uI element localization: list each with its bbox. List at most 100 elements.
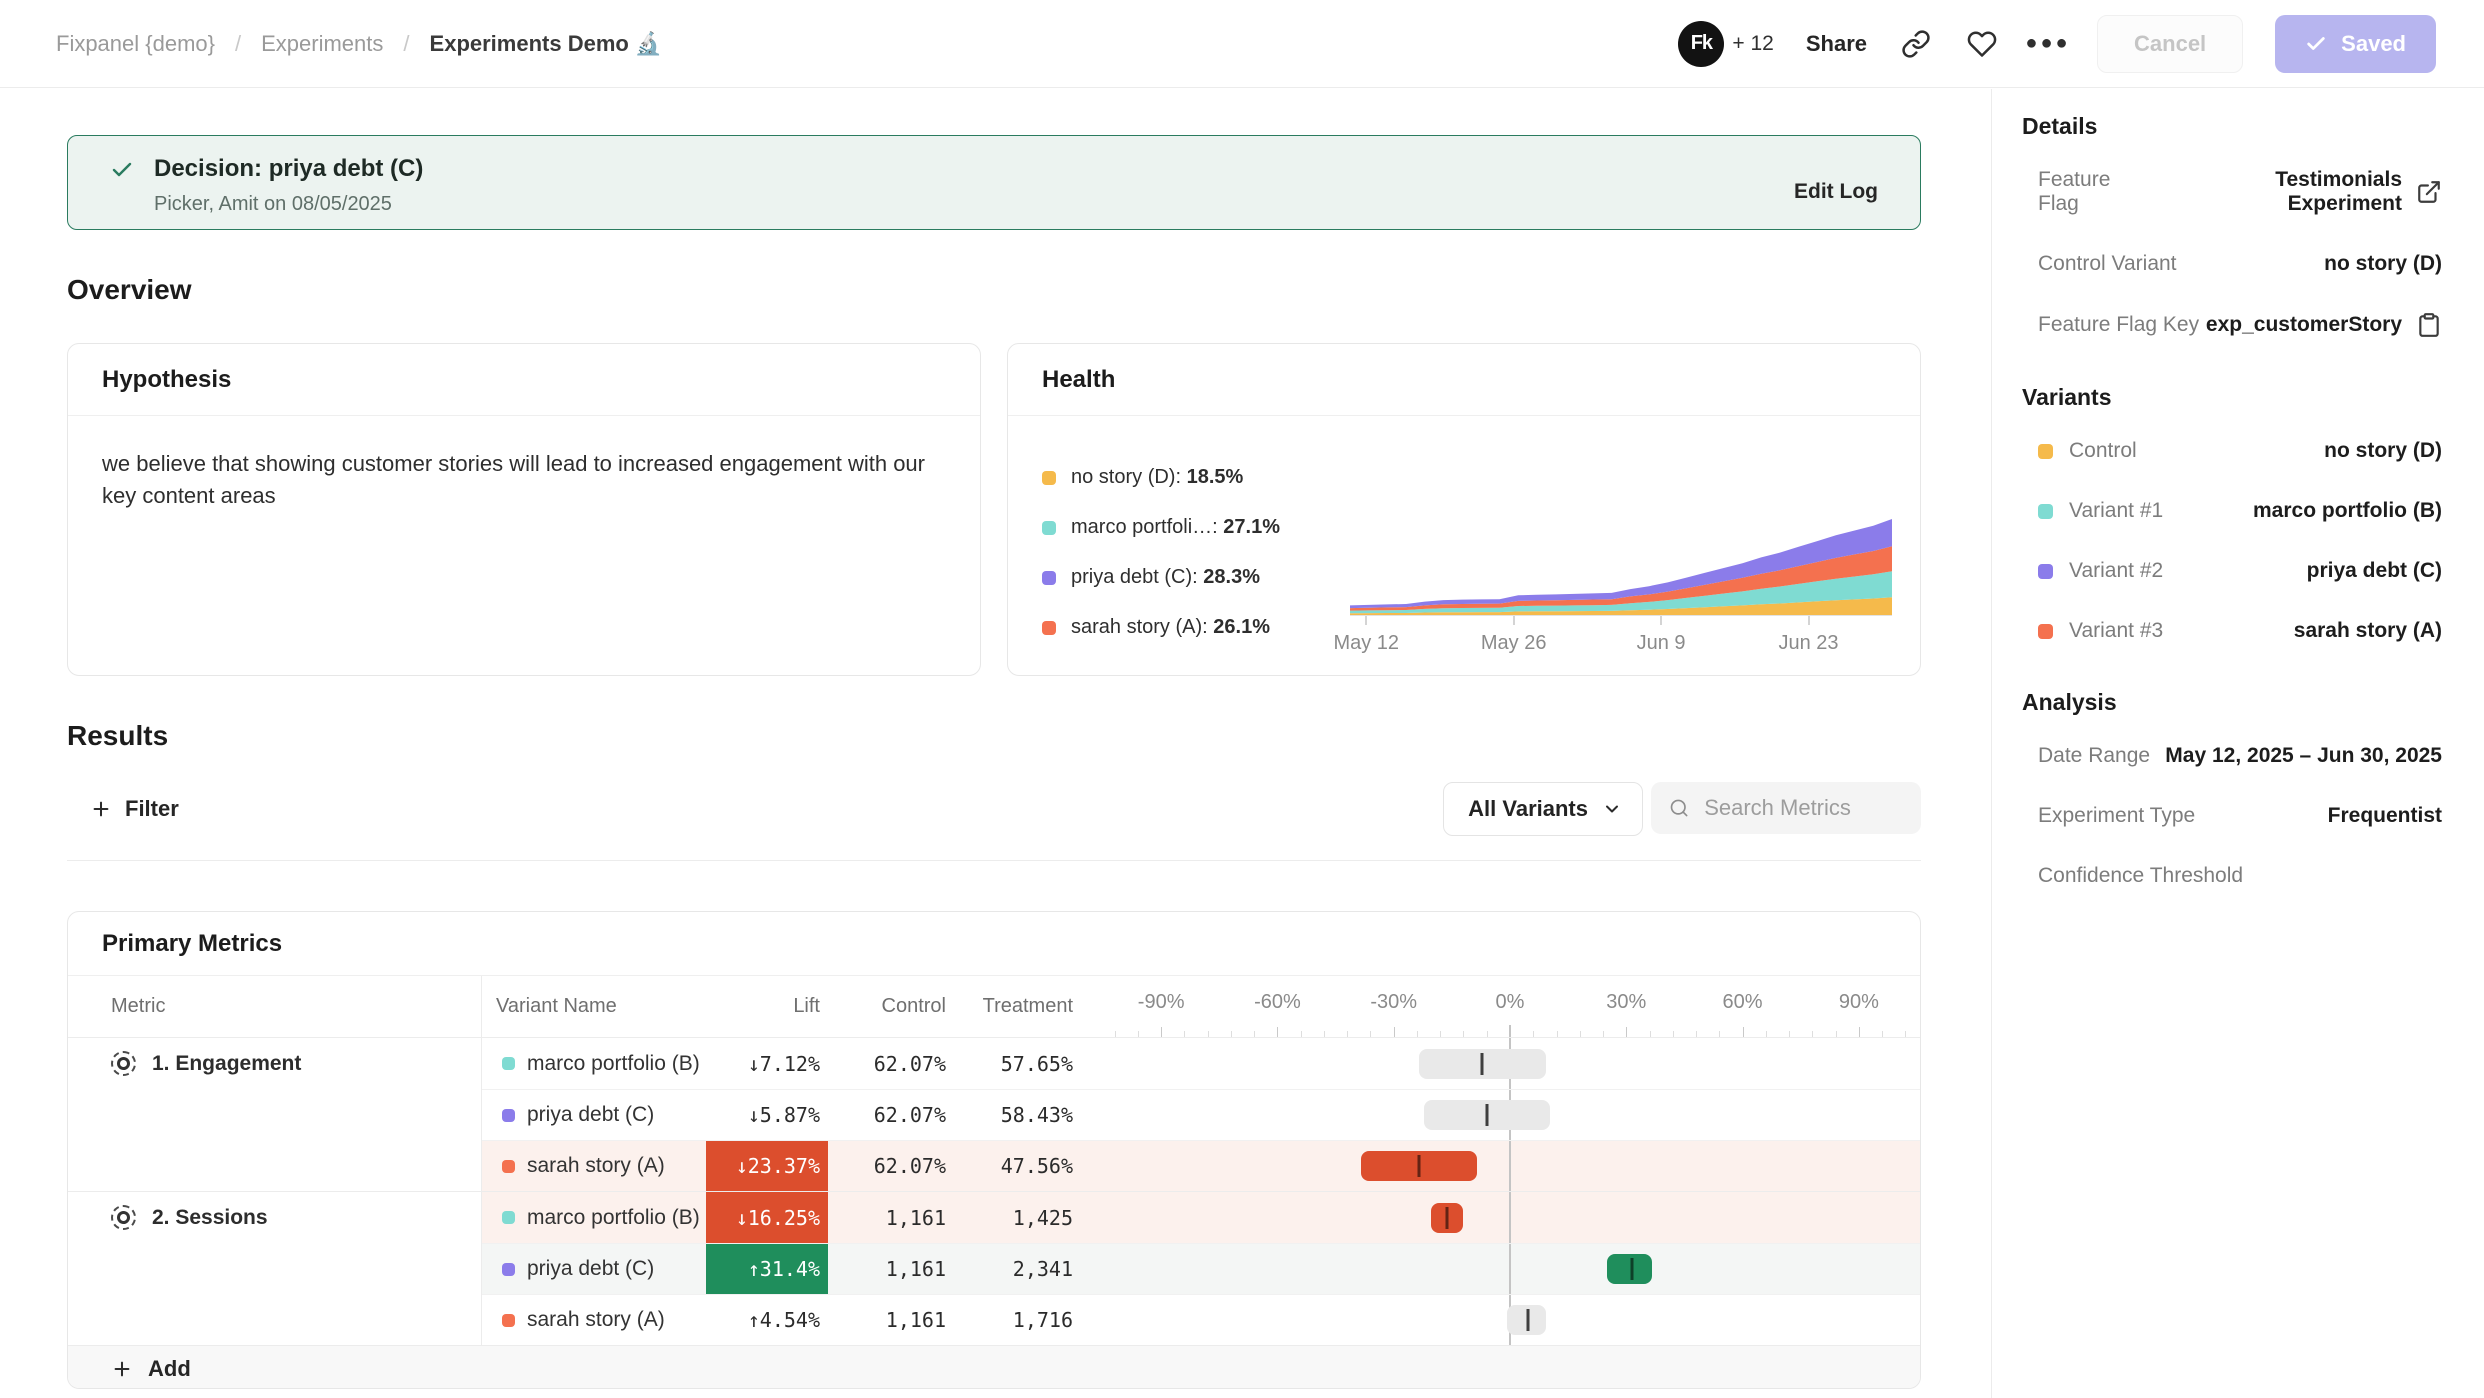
variants-section: Variants Controlno story (D)Variant #1ma… <box>2022 384 2442 643</box>
metric-variant-row[interactable]: marco portfolio (B)↓16.25%1,1611,425 <box>482 1192 1920 1243</box>
more-options-icon[interactable]: ●●● <box>2031 27 2065 61</box>
ruler-tick <box>1208 1031 1209 1037</box>
collaborators[interactable]: Fk + 12 <box>1678 21 1773 67</box>
detail-value: no story (D) <box>2324 252 2442 276</box>
metric-cell[interactable]: 1. Engagement <box>68 1038 481 1191</box>
breadcrumb-separator: / <box>235 31 241 57</box>
variant-name: priya debt (C) <box>527 1103 654 1127</box>
treatment-value: 1,716 <box>954 1308 1081 1332</box>
detail-label: Control Variant <box>2038 252 2177 276</box>
ruler-tick <box>1394 1027 1395 1037</box>
breadcrumb-project[interactable]: Fixpanel {demo} <box>56 31 215 57</box>
variant-color-swatch <box>2038 624 2053 639</box>
decision-banner: Decision: priya debt (C) Picker, Amit on… <box>67 135 1921 230</box>
detail-value: marco portfolio (B) <box>2253 499 2442 523</box>
add-filter-button[interactable]: Filter <box>67 795 185 823</box>
metrics-table-header: Metric Variant Name Lift Control Treatme… <box>68 976 1920 1038</box>
metric-variant-rows: marco portfolio (B)↓7.12%62.07%57.65%pri… <box>481 1038 1920 1191</box>
search-metrics-box[interactable] <box>1651 782 1921 834</box>
detail-label: Feature Flag Key <box>2038 313 2199 337</box>
ruler-tick <box>1231 1031 1232 1037</box>
copy-link-icon[interactable] <box>1899 27 1933 61</box>
metrics-table-body: 1. Engagement marco portfolio (B)↓7.12%62… <box>68 1038 1920 1345</box>
lift-cell: ↓7.12% <box>706 1038 828 1089</box>
detail-value: May 12, 2025 – Jun 30, 2025 <box>2165 744 2442 768</box>
variant-name-cell: priya debt (C) <box>482 1257 706 1281</box>
sidebar-detail-row: Variant #2priya debt (C) <box>2038 559 2442 583</box>
variant-name-cell: sarah story (A) <box>482 1154 706 1178</box>
detail-label: Date Range <box>2038 744 2150 768</box>
metric-cell[interactable]: 2. Sessions <box>68 1192 481 1345</box>
variant-name-cell: marco portfolio (B) <box>482 1206 706 1230</box>
treatment-value: 2,341 <box>954 1257 1081 1281</box>
add-metric-button[interactable]: Add <box>68 1345 1920 1389</box>
confidence-interval-cell <box>1103 1090 1917 1140</box>
health-chart: May 12May 26Jun 9Jun 23 <box>1350 416 1892 676</box>
hypothesis-title: Hypothesis <box>68 344 980 416</box>
detail-value: Frequentist <box>2328 804 2442 828</box>
detail-label: Variant #2 <box>2038 559 2163 583</box>
control-value: 1,161 <box>828 1257 954 1281</box>
zero-line <box>1509 1244 1511 1294</box>
detail-label: Variant #1 <box>2038 499 2163 523</box>
plus-icon <box>90 798 112 820</box>
ruler-tick <box>1347 1031 1348 1037</box>
external-link-icon[interactable] <box>2416 179 2442 205</box>
metric-group: 2. Sessionsmarco portfolio (B)↓16.25%1,1… <box>68 1191 1920 1345</box>
ruler-tick <box>1370 1031 1371 1037</box>
sidebar-detail-row: Experiment TypeFrequentist <box>2038 804 2442 828</box>
clipboard-copy-icon[interactable] <box>2416 312 2442 338</box>
variant-color-dot <box>502 1160 515 1173</box>
ruler-tick <box>1138 1031 1139 1037</box>
zero-line <box>1509 1141 1511 1191</box>
column-variant-name: Variant Name <box>482 976 706 1037</box>
edit-log-button[interactable]: Edit Log <box>1794 180 1878 204</box>
ruler-tick <box>1324 1031 1325 1037</box>
ruler-tick <box>1766 1031 1767 1037</box>
share-button[interactable]: Share <box>1806 31 1867 57</box>
divider <box>67 860 1921 861</box>
metric-variant-row[interactable]: marco portfolio (B)↓7.12%62.07%57.65% <box>482 1038 1920 1089</box>
variant-name-cell: marco portfolio (B) <box>482 1052 706 1076</box>
sidebar-detail-row: Variant #3sarah story (A) <box>2038 619 2442 643</box>
confidence-interval-cell <box>1103 1192 1917 1243</box>
ruler-tick <box>1254 1031 1255 1037</box>
add-label: Add <box>148 1356 191 1382</box>
metric-name: 1. Engagement <box>152 1051 301 1077</box>
metric-variant-row[interactable]: sarah story (A)↑4.54%1,1611,716 <box>482 1294 1920 1345</box>
health-title: Health <box>1008 344 1920 416</box>
breadcrumb-current[interactable]: Experiments Demo 🔬 <box>430 31 663 57</box>
metric-target-icon <box>111 1051 136 1076</box>
confidence-interval-cell <box>1103 1038 1917 1089</box>
legend-swatch <box>1042 471 1056 485</box>
filter-label: Filter <box>125 796 179 822</box>
ruler-tick <box>1743 1027 1744 1037</box>
detail-label: Feature Flag <box>2038 168 2156 216</box>
treatment-value: 47.56% <box>954 1154 1081 1178</box>
main-content: Decision: priya debt (C) Picker, Amit on… <box>0 89 1990 1398</box>
metric-variant-row[interactable]: priya debt (C)↓5.87%62.07%58.43% <box>482 1089 1920 1140</box>
detail-value: no story (D) <box>2324 439 2442 463</box>
column-lift: Lift <box>706 976 828 1037</box>
metric-variant-row[interactable]: sarah story (A)↓23.37%62.07%47.56% <box>482 1140 1920 1191</box>
ruler-tick <box>1417 1031 1418 1037</box>
lift-marker <box>1446 1207 1449 1229</box>
saved-label: Saved <box>2341 31 2406 57</box>
search-metrics-input[interactable] <box>1702 794 1903 822</box>
cancel-button[interactable]: Cancel <box>2097 15 2243 73</box>
saved-button[interactable]: Saved <box>2275 15 2436 73</box>
lift-axis-label: 90% <box>1839 991 1879 1014</box>
legend-label: priya debt (C): 28.3% <box>1071 566 1260 589</box>
variant-color-dot <box>502 1211 515 1224</box>
variant-filter-dropdown[interactable]: All Variants <box>1443 782 1643 836</box>
lift-axis-label: 0% <box>1496 991 1525 1014</box>
avatar[interactable]: Fk <box>1678 21 1724 67</box>
ruler-tick <box>1696 1031 1697 1037</box>
ruler-tick <box>1533 1031 1534 1037</box>
breadcrumb-experiments[interactable]: Experiments <box>261 31 383 57</box>
metric-variant-row[interactable]: priya debt (C)↑31.4%1,1612,341 <box>482 1243 1920 1294</box>
favorite-heart-icon[interactable] <box>1965 27 1999 61</box>
ruler-tick <box>1440 1031 1441 1037</box>
x-tick-label: May 26 <box>1481 632 1547 655</box>
x-tick <box>1513 616 1515 625</box>
